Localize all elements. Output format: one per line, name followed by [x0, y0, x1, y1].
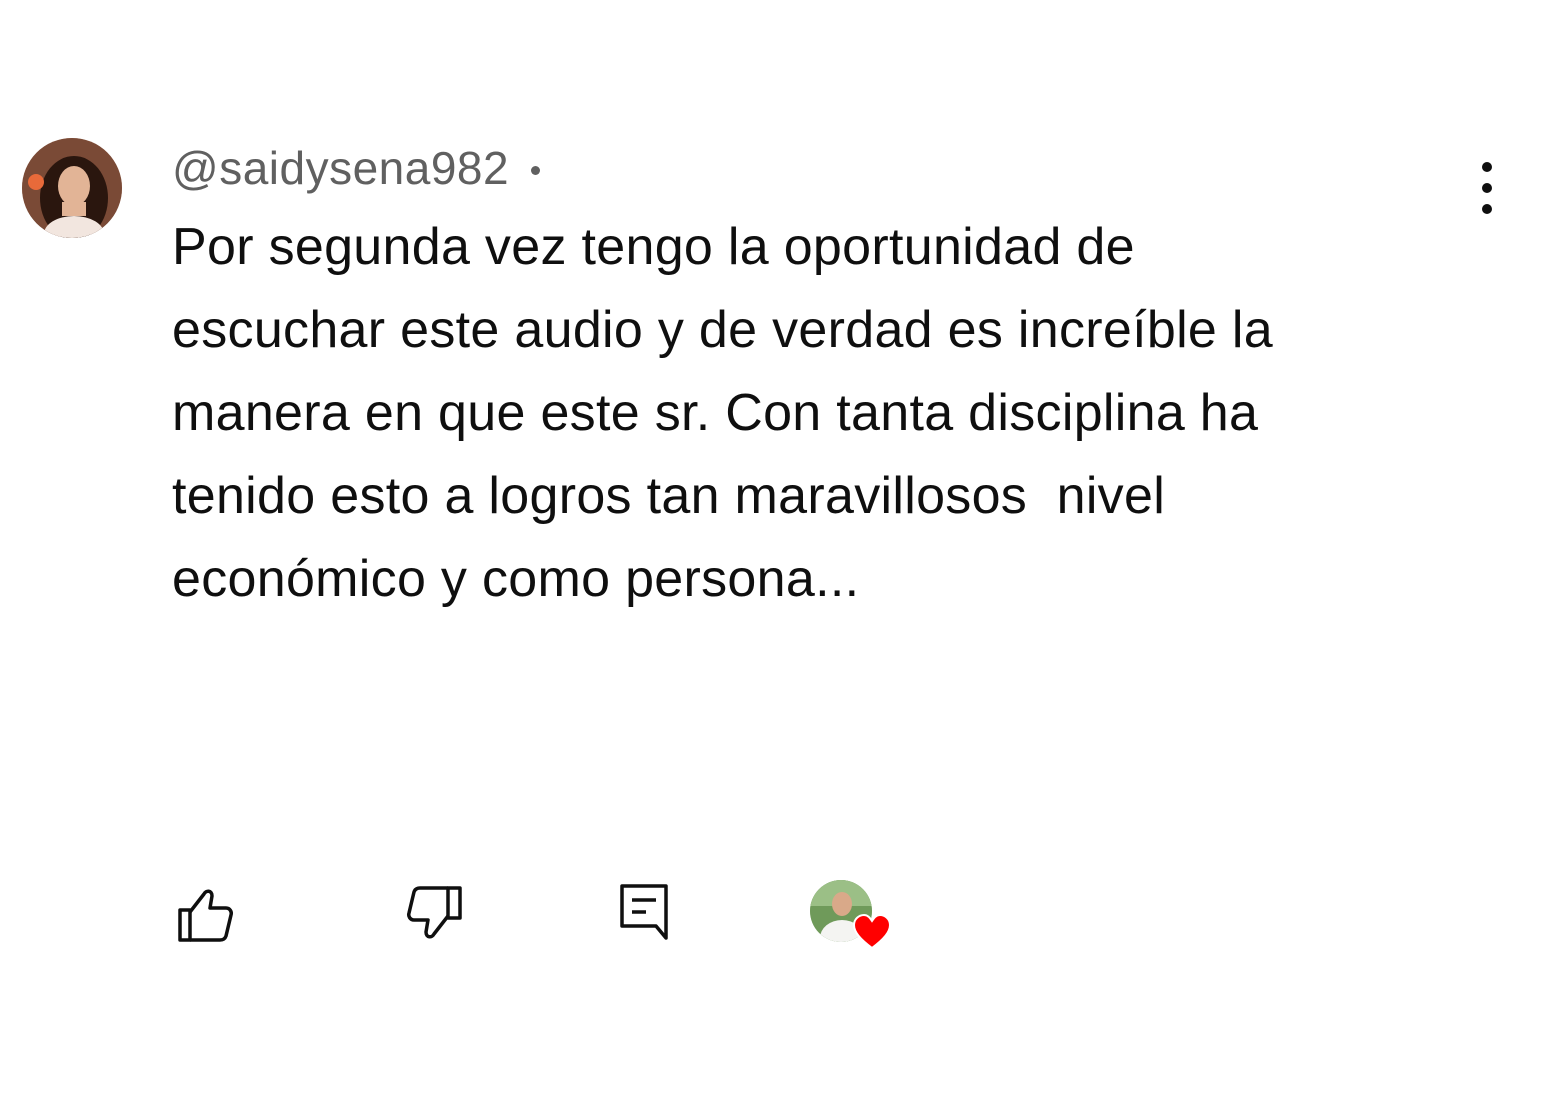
author-handle[interactable]: @saidysena982: [172, 141, 509, 195]
comment-actions: [0, 870, 1554, 970]
separator-dot: [531, 165, 541, 175]
avatar-photo-icon: [22, 138, 122, 238]
reply-button[interactable]: [614, 880, 674, 942]
comment-header: @saidysena982: [172, 138, 562, 198]
author-avatar[interactable]: [22, 138, 122, 238]
more-options-button[interactable]: [1462, 156, 1512, 220]
like-button[interactable]: [170, 884, 238, 944]
creator-heart: [808, 878, 898, 958]
heart-icon: [852, 913, 892, 950]
thumb-down-icon: [407, 886, 462, 939]
comment-reply-icon: [620, 884, 668, 940]
thumb-up-icon: [178, 889, 233, 942]
dislike-button[interactable]: [404, 884, 468, 944]
comment-thread: @saidysena982 Por segunda vez tengo la o…: [0, 0, 1554, 1108]
comment-text[interactable]: Por segunda vez tengo la oportunidad de …: [172, 206, 1442, 621]
more-vert-icon: [1482, 162, 1492, 172]
